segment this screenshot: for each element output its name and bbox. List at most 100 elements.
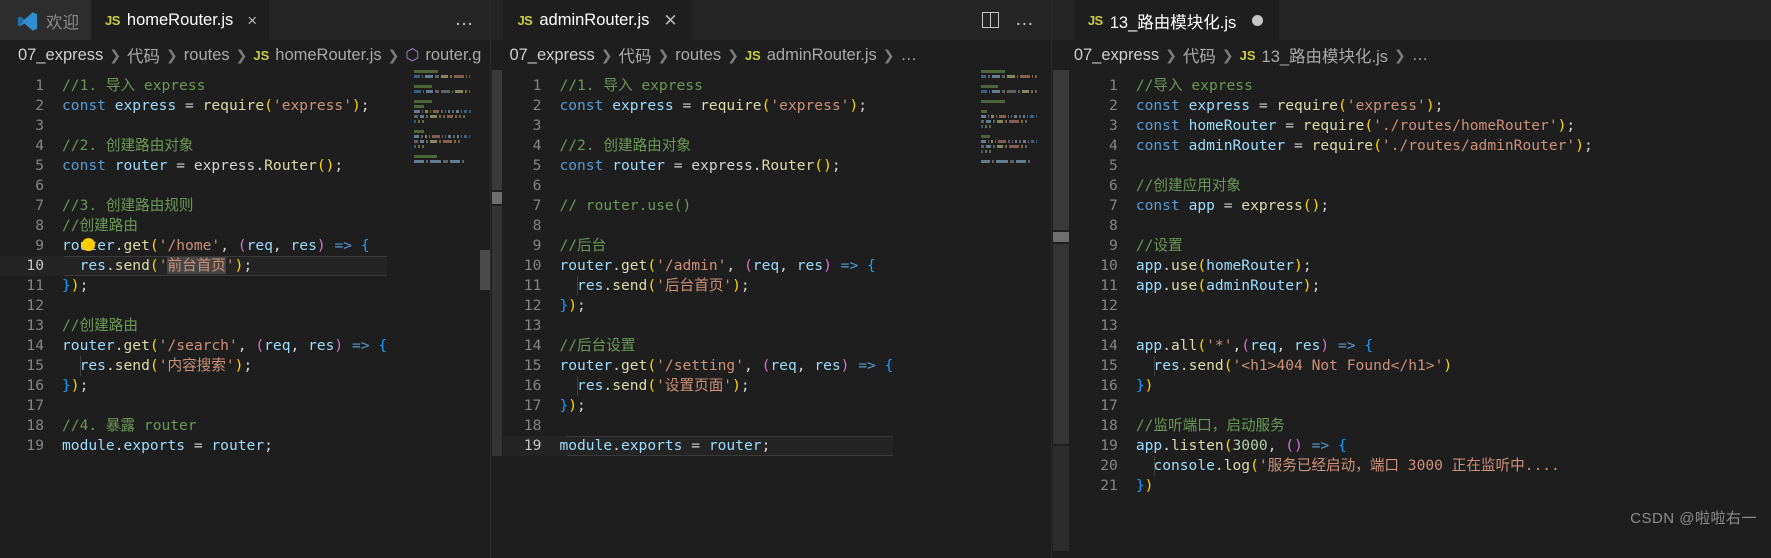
code-line[interactable]: 8 //创建路由 bbox=[0, 216, 387, 236]
code-line[interactable]: 2 const express = require('express'); bbox=[1076, 96, 1593, 116]
code-line[interactable]: 4 //2. 创建路由对象 bbox=[503, 136, 893, 156]
code-line[interactable]: 7 //3. 创建路由规则 bbox=[0, 196, 387, 216]
code-line[interactable]: 15 router.get('/setting', (req, res) => { bbox=[503, 356, 894, 376]
editor-scrollbar-group-1[interactable] bbox=[480, 70, 491, 558]
code-line[interactable]: 18 bbox=[503, 416, 893, 436]
code-line[interactable]: 14 app.all('*',(req, res) => { bbox=[1076, 336, 1593, 356]
code-line[interactable]: 11 app.use(adminRouter); bbox=[1076, 276, 1593, 296]
code-line[interactable]: 3 bbox=[503, 116, 893, 136]
code-line[interactable]: 1 //导入 express bbox=[1076, 76, 1593, 96]
code-line[interactable]: 17 bbox=[0, 396, 387, 416]
code-line[interactable]: 10 router.get('/admin', (req, res) => { bbox=[503, 256, 893, 276]
code-line[interactable]: 17}); bbox=[503, 396, 893, 416]
code-line[interactable]: 4 const adminRouter = require('./routes/a… bbox=[1076, 136, 1593, 156]
code-editor-group-1[interactable]: 1 //1. 导入 express 2 const express = require… bbox=[0, 70, 491, 558]
breadcrumb-item-file[interactable]: homeRouter.js bbox=[275, 46, 381, 65]
code-line[interactable]: 13 bbox=[1076, 316, 1593, 336]
breadcrumb-item-overflow[interactable]: … bbox=[901, 46, 918, 65]
breadcrumb-item-routes[interactable]: routes bbox=[184, 46, 230, 65]
code-line[interactable]: 1 //1. 导入 express bbox=[503, 76, 893, 96]
code-line[interactable]: 9 //后台 bbox=[503, 236, 893, 256]
code-line[interactable]: 18 //4. 暴露 router bbox=[0, 416, 387, 436]
code-line[interactable]: 7 const app = express(); bbox=[1076, 196, 1593, 216]
tab-adminrouter-js[interactable]: JS adminRouter.js ✕ bbox=[503, 0, 692, 40]
more-actions-icon[interactable]: … bbox=[454, 10, 474, 30]
breadcrumb-item-folder[interactable]: 代码 bbox=[619, 43, 652, 67]
code-token: ; bbox=[577, 297, 586, 314]
code-line[interactable]: 19 app.listen(3000, () => { bbox=[1076, 436, 1593, 456]
code-line[interactable]: 3 const homeRouter = require('./routes/ho… bbox=[1076, 116, 1593, 136]
code-line[interactable]: 5 const router = express.Router(); bbox=[0, 156, 387, 176]
code-line[interactable]: 4 //2. 创建路由对象 bbox=[0, 136, 387, 156]
code-line[interactable]: 10 res.send('前台首页'); bbox=[0, 256, 388, 276]
code-editor-group-3[interactable]: 1//导入 express 2 const express = require('e… bbox=[1051, 70, 1771, 558]
code-line[interactable]: 19 module.exports = router; bbox=[503, 436, 894, 456]
code-line[interactable]: 13 bbox=[503, 316, 893, 336]
breadcrumb-item-routes[interactable]: routes bbox=[675, 46, 721, 65]
code-line[interactable]: 6 bbox=[0, 176, 387, 196]
code-line[interactable]: 12}); bbox=[503, 296, 893, 316]
breadcrumb-item-project[interactable]: 07_express bbox=[18, 46, 103, 65]
code-line[interactable]: 2 const express = require('express'); bbox=[503, 96, 893, 116]
close-icon[interactable]: × bbox=[247, 12, 257, 29]
code-line[interactable]: 11}); bbox=[0, 276, 387, 296]
left-scroll-sliver-group-3[interactable] bbox=[1051, 70, 1076, 558]
code-line[interactable]: 18 //监听端口，启动服务 bbox=[1076, 416, 1593, 436]
code-lines[interactable]: 1 //1. 导入 express 2 const express = require… bbox=[503, 70, 894, 558]
code-line[interactable]: 19 module.exports = router; bbox=[0, 436, 387, 456]
code-lines[interactable]: 1 //1. 导入 express 2 const express = require… bbox=[0, 70, 388, 558]
quick-fix-lightbulb-icon[interactable] bbox=[82, 238, 97, 254]
code-line[interactable]: 20 console.log('服务已经启动，端口 3000 正在监听中.... bbox=[1076, 456, 1593, 476]
minimap-group-1[interactable] bbox=[412, 70, 471, 558]
code-editor-group-2[interactable]: 1 //1. 导入 express 2 const express = require… bbox=[491, 70, 1051, 558]
code-line[interactable]: 16}); bbox=[0, 376, 387, 396]
code-line[interactable]: 16 res.send('设置页面'); bbox=[503, 376, 893, 396]
code-line[interactable]: 2 const express = require('express'); bbox=[0, 96, 387, 116]
code-line[interactable]: 8 bbox=[503, 216, 893, 236]
code-line[interactable]: 6 bbox=[503, 176, 893, 196]
tab-13-routing-module-js[interactable]: JS 13_路由模块化.js bbox=[1073, 0, 1280, 40]
code-line[interactable]: 10 app.use(homeRouter); bbox=[1076, 256, 1593, 276]
breadcrumb-item-overflow[interactable]: … bbox=[1412, 46, 1429, 65]
code-line[interactable]: 11 res.send('后台首页'); bbox=[503, 276, 893, 296]
more-actions-icon[interactable]: … bbox=[1015, 10, 1035, 30]
code-lines[interactable]: 1//导入 express 2 const express = require('e… bbox=[1076, 70, 1593, 558]
code-line[interactable]: 16}) bbox=[1076, 376, 1593, 396]
line-number: 15 bbox=[1100, 357, 1118, 374]
breadcrumb-item-folder[interactable]: 代码 bbox=[127, 43, 160, 67]
code-line[interactable]: 15 res.send('内容搜索'); bbox=[0, 356, 387, 376]
code-line[interactable]: 8 bbox=[1076, 216, 1593, 236]
code-line[interactable]: 12 bbox=[1076, 296, 1593, 316]
code-line[interactable]: 3 bbox=[0, 116, 387, 136]
tab-homerouter-js[interactable]: JS homeRouter.js × bbox=[91, 0, 270, 40]
breadcrumb-item-file[interactable]: adminRouter.js bbox=[767, 46, 877, 65]
code-line[interactable]: 12 bbox=[0, 296, 387, 316]
breadcrumb-item-folder[interactable]: 代码 bbox=[1183, 43, 1216, 67]
left-scroll-sliver-group-2[interactable] bbox=[491, 70, 504, 558]
code-line[interactable]: 17 bbox=[1076, 396, 1593, 416]
code-line[interactable]: 14 router.get('/search', (req, res) => { bbox=[0, 336, 387, 356]
breadcrumb-item-symbol[interactable]: router.g bbox=[425, 46, 481, 65]
code-line[interactable]: 13 //创建路由 bbox=[0, 316, 387, 336]
minimap-group-2[interactable] bbox=[979, 70, 1037, 558]
code-token: , bbox=[779, 257, 797, 274]
code-line[interactable]: 9 //设置 bbox=[1076, 236, 1593, 256]
breadcrumb-item-project[interactable]: 07_express bbox=[509, 46, 594, 65]
tab-welcome[interactable]: 欢迎 bbox=[0, 0, 91, 40]
editor-scrollbar-group-2[interactable] bbox=[1041, 70, 1051, 558]
code-line[interactable]: 6 //创建应用对象 bbox=[1076, 176, 1593, 196]
breadcrumb-item-file[interactable]: 13_路由模块化.js bbox=[1262, 43, 1389, 67]
code-line[interactable]: 1 //1. 导入 express bbox=[0, 76, 387, 96]
code-line[interactable]: 7 // router.use() bbox=[503, 196, 893, 216]
breadcrumb-item-project[interactable]: 07_express bbox=[1074, 46, 1159, 65]
code-line[interactable]: 14 //后台设置 bbox=[503, 336, 893, 356]
close-icon[interactable]: ✕ bbox=[663, 12, 677, 29]
code-line[interactable]: 9 router.get('/home', (req, res) => { bbox=[0, 236, 387, 256]
code-line[interactable]: 5 bbox=[1076, 156, 1593, 176]
code-line[interactable]: 15 res.send('<h1>404 Not Found</h1>') bbox=[1076, 356, 1593, 376]
split-editor-icon[interactable] bbox=[981, 12, 999, 28]
unsaved-dot-icon[interactable] bbox=[1252, 15, 1264, 26]
code-line[interactable]: 21}) bbox=[1076, 476, 1593, 496]
code-line[interactable]: 5 const router = express.Router(); bbox=[503, 156, 893, 176]
